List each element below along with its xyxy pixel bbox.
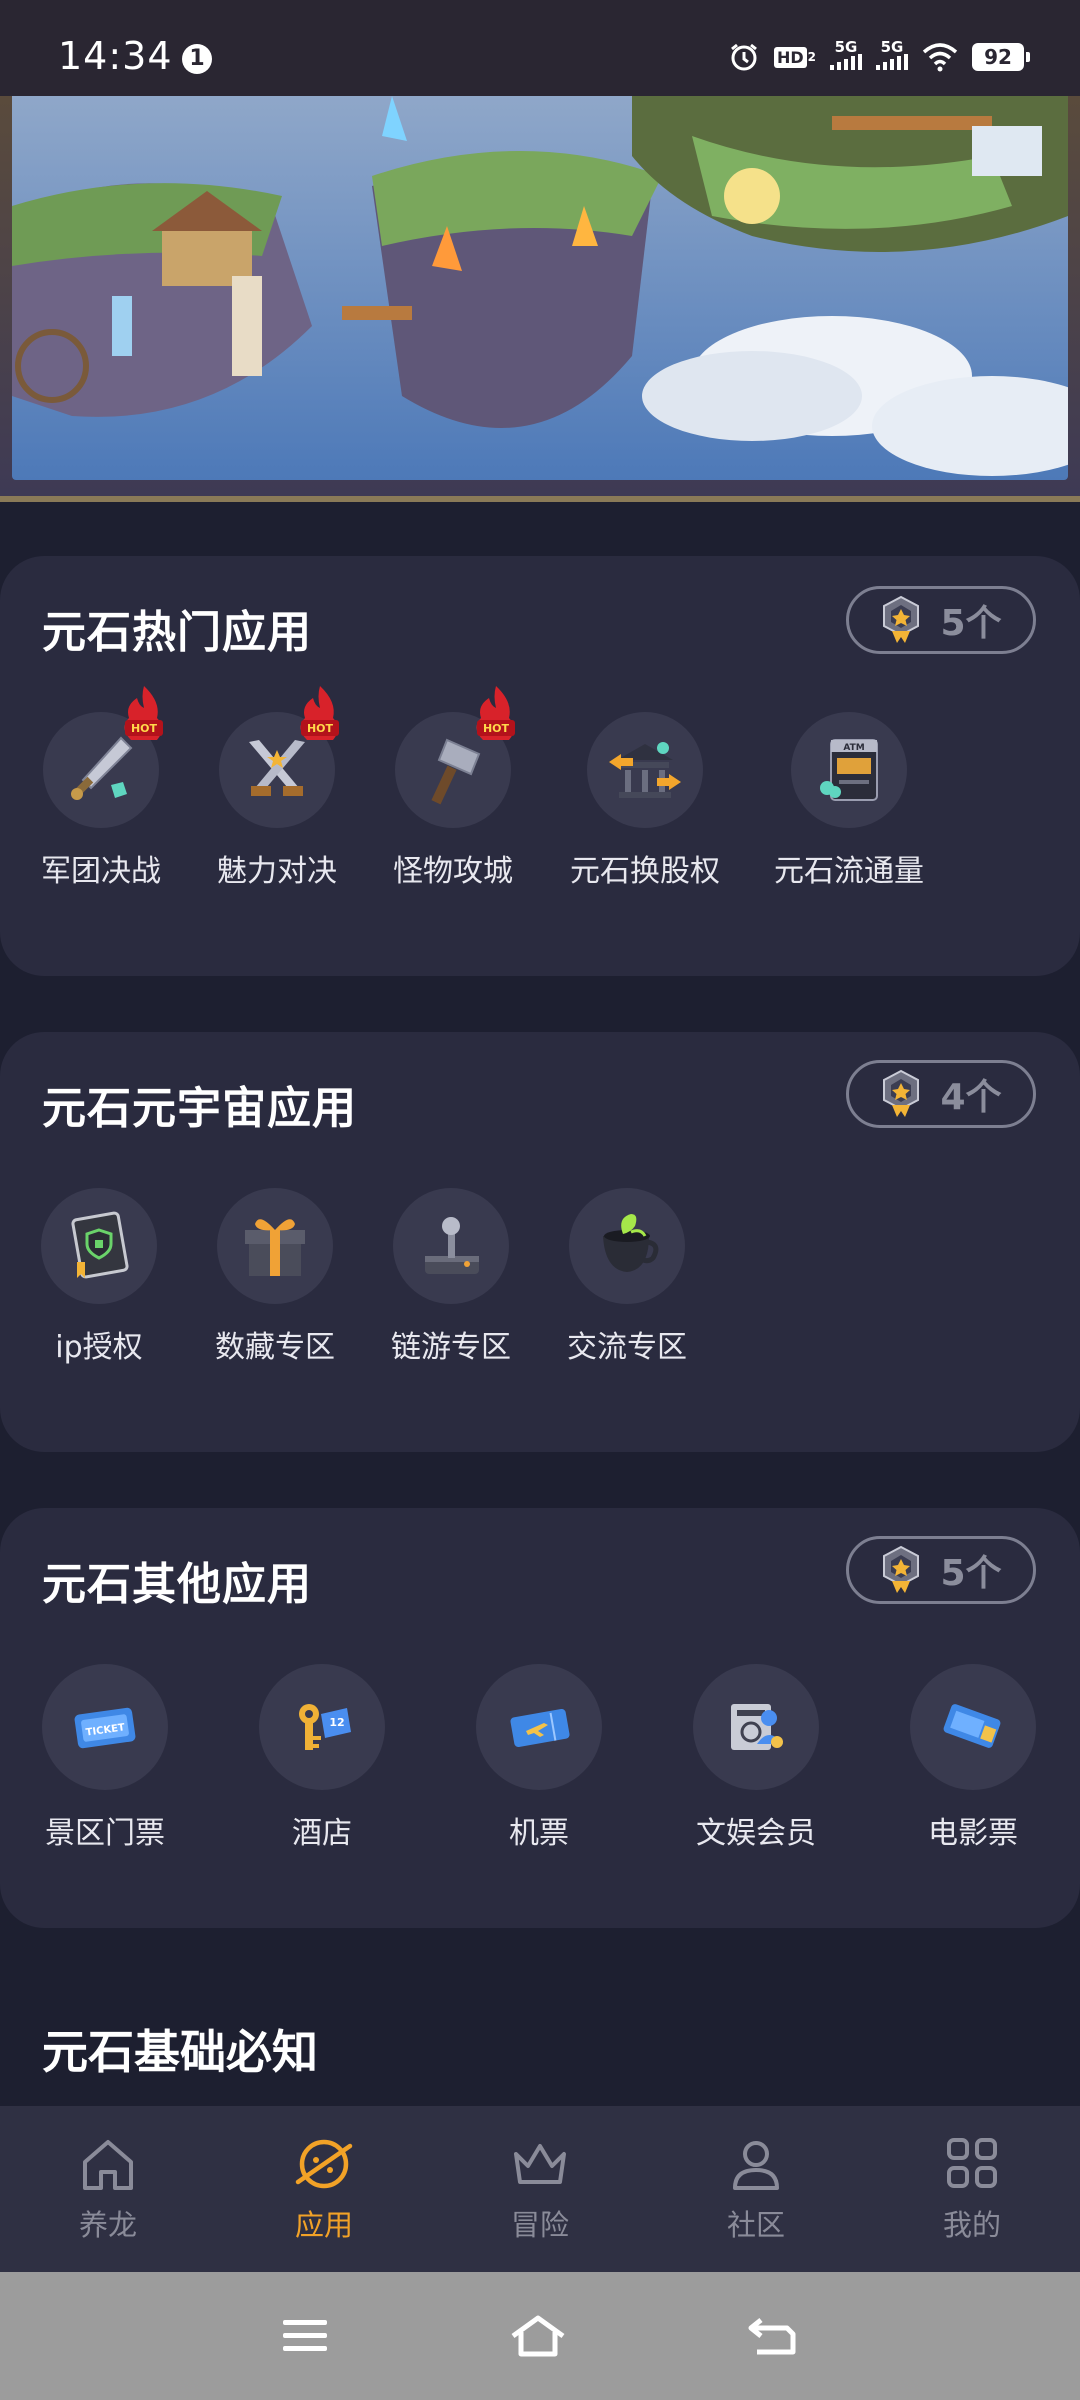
nav-label: 应用 — [294, 2208, 353, 2242]
crossed-swords-icon: HOT — [219, 686, 339, 828]
svg-text:HOT: HOT — [483, 722, 510, 735]
status-bar: 14:34 1 HD 2 5G 5G 92 — [0, 0, 1080, 96]
system-nav-bar — [0, 2272, 1080, 2400]
app-item[interactable]: 12 酒店 — [237, 1664, 407, 1852]
svg-text:12: 12 — [329, 1716, 344, 1729]
battery-icon: 92 — [972, 40, 1030, 74]
nav-label: 养龙 — [78, 2208, 137, 2242]
app-label: ip授权 — [55, 1330, 143, 1365]
hot-apps-card: 元石热门应用 5个 HOT 军团决战 HOT 魅力对决 HOT 怪物攻城 元石换… — [0, 556, 1080, 976]
app-item[interactable]: HOT 军团决战 — [16, 686, 186, 890]
app-item[interactable]: ATM 元石流通量 — [764, 712, 934, 890]
section-title: 元石热门应用 — [42, 607, 312, 658]
basics-title: 元石基础必知 — [42, 2025, 318, 2079]
nav-label: 社区 — [726, 2208, 785, 2242]
signal-icon: 5G — [876, 40, 908, 74]
nav-item-apps[interactable]: 应用 — [216, 2106, 432, 2272]
app-label: 元石换股权 — [570, 854, 720, 889]
app-label: 交流专区 — [567, 1330, 687, 1365]
hd-icon: HD 2 — [773, 40, 816, 74]
hammer-icon: HOT — [395, 686, 515, 828]
home-button-icon[interactable] — [509, 2314, 567, 2358]
count-label: 4个 — [940, 1077, 1002, 1118]
nav-item-mine[interactable]: 我的 — [864, 2106, 1080, 2272]
planet-icon — [295, 2139, 353, 2189]
nav-label: 我的 — [942, 2208, 1001, 2242]
app-item[interactable]: ip授权 — [14, 1188, 184, 1366]
app-item[interactable]: HOT 怪物攻城 — [368, 686, 538, 890]
app-label: 数藏专区 — [215, 1330, 335, 1365]
app-item[interactable]: 元石换股权 — [560, 712, 730, 890]
app-item[interactable]: 机票 — [454, 1664, 624, 1852]
app-item[interactable]: TICKET 景区门票 — [20, 1664, 190, 1852]
count-pill[interactable]: 4个 — [846, 1060, 1036, 1128]
back-icon[interactable] — [747, 2314, 799, 2358]
banner-image[interactable] — [12, 96, 1068, 480]
app-label: 机票 — [509, 1816, 569, 1851]
other-apps-card: 元石其他应用 5个 TICKET 景区门票 12 酒店 机票 文娱会员 电影票 — [0, 1508, 1080, 1928]
signal-icon: 5G — [830, 40, 862, 74]
app-item[interactable]: 数藏专区 — [190, 1188, 360, 1366]
notification-badge: 1 — [182, 44, 212, 74]
cinema-ticket-icon — [910, 1664, 1036, 1790]
app-item[interactable]: HOT 魅力对决 — [192, 686, 362, 890]
tea-cup-icon — [569, 1188, 685, 1304]
joystick-icon — [393, 1188, 509, 1304]
status-time: 14:34 — [58, 34, 173, 78]
count-pill[interactable]: 5个 — [846, 586, 1036, 654]
metaverse-apps-card: 元石元宇宙应用 4个 ip授权 数藏专区 链游专区 交流专区 — [0, 1032, 1080, 1452]
app-label: 电影票 — [928, 1816, 1018, 1851]
nav-label: 冒险 — [510, 2208, 569, 2242]
svg-text:ATM: ATM — [843, 743, 864, 753]
home-icon — [83, 2140, 133, 2190]
bank-exchange-icon — [587, 712, 703, 828]
hot-badge-icon: HOT — [476, 686, 515, 740]
app-label: 魅力对决 — [217, 854, 337, 889]
app-label: 文娱会员 — [696, 1816, 816, 1851]
medal-icon — [883, 595, 920, 643]
app-label: 元石流通量 — [774, 854, 924, 889]
medal-icon — [883, 1545, 920, 1593]
gift-box-icon — [217, 1188, 333, 1304]
alarm-icon — [728, 40, 760, 74]
membership-card-icon — [693, 1664, 819, 1790]
banner[interactable] — [0, 96, 1080, 502]
section-title: 元石元宇宙应用 — [42, 1083, 357, 1134]
atm-icon: ATM — [791, 712, 907, 828]
count-pill[interactable]: 5个 — [846, 1536, 1036, 1604]
menu-icon[interactable] — [281, 2316, 329, 2356]
svg-text:HOT: HOT — [307, 722, 334, 735]
app-label: 景区门票 — [45, 1816, 165, 1851]
ticket-icon: TICKET — [42, 1664, 168, 1790]
count-label: 5个 — [940, 603, 1002, 644]
nav-item-adventure[interactable]: 冒险 — [432, 2106, 648, 2272]
svg-text:HOT: HOT — [131, 722, 158, 735]
crown-icon — [514, 2144, 566, 2184]
app-label: 怪物攻城 — [393, 854, 513, 889]
app-item[interactable]: 链游专区 — [366, 1188, 536, 1366]
license-book-icon — [41, 1188, 157, 1304]
hot-badge-icon: HOT — [300, 686, 339, 740]
medal-icon — [883, 1069, 920, 1117]
app-label: 酒店 — [292, 1816, 352, 1851]
nav-item-community[interactable]: 社区 — [648, 2106, 864, 2272]
nav-item-dragon[interactable]: 养龙 — [0, 2106, 216, 2272]
wifi-icon — [922, 40, 958, 74]
app-label: 链游专区 — [391, 1330, 511, 1365]
plane-ticket-icon — [476, 1664, 602, 1790]
section-title: 元石其他应用 — [42, 1559, 312, 1610]
app-label: 军团决战 — [41, 854, 161, 889]
hot-badge-icon: HOT — [124, 686, 163, 740]
count-label: 5个 — [940, 1553, 1002, 1594]
system-icons: HD 2 5G 5G 92 — [728, 40, 1030, 74]
hotel-key-icon: 12 — [259, 1664, 385, 1790]
person-icon — [733, 2141, 779, 2190]
grid-icon — [947, 2138, 997, 2188]
app-item[interactable]: 交流专区 — [542, 1188, 712, 1366]
bottom-nav: 养龙 应用 冒险 社区 我的 — [0, 2106, 1080, 2272]
app-item[interactable]: 文娱会员 — [671, 1664, 841, 1852]
app-item[interactable]: 电影票 — [888, 1664, 1058, 1852]
sword-icon: HOT — [43, 686, 163, 828]
